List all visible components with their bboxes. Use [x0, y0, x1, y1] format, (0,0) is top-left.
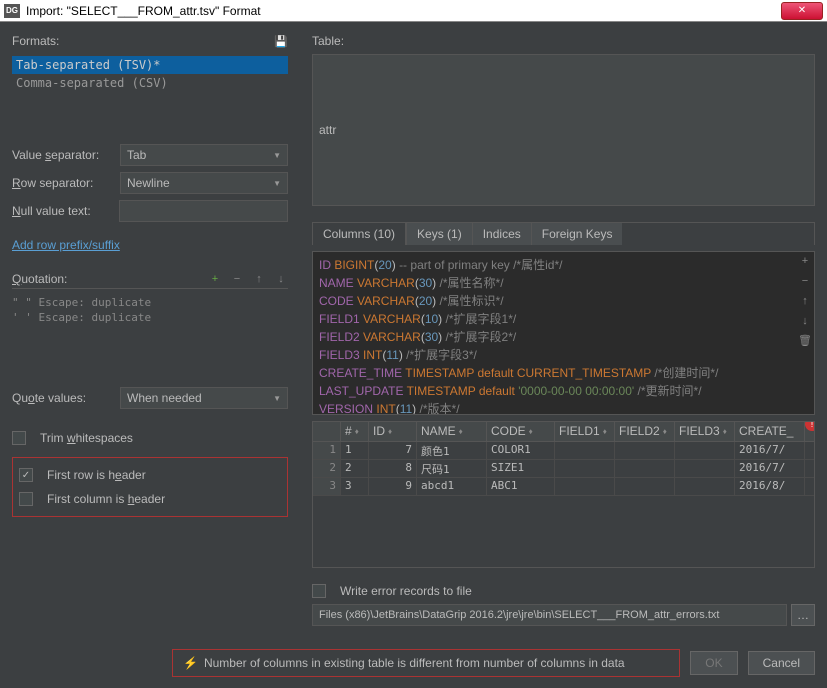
table-row[interactable]: 339abcd1ABC12016/8/ [313, 478, 814, 496]
trim-label: Trim whitespaces [40, 431, 133, 445]
col-create[interactable]: CREATE_ [735, 422, 805, 441]
ddl-delete-icon[interactable]: 🗑 [798, 334, 812, 348]
format-item-tsv[interactable]: Tab-separated (TSV)* [12, 56, 288, 74]
data-grid[interactable]: ! #♦ ID♦ NAME♦ CODE♦ FIELD1♦ FIELD2♦ FIE… [312, 421, 815, 569]
add-icon[interactable]: + [208, 272, 222, 286]
formats-list[interactable]: Tab-separated (TSV)* Comma-separated (CS… [12, 56, 288, 92]
warning-text: Number of columns in existing table is d… [204, 656, 625, 670]
titlebar: DG Import: "SELECT___FROM_attr.tsv" Form… [0, 0, 827, 22]
ddl-add-icon[interactable]: + [798, 254, 812, 268]
ddl-remove-icon[interactable]: − [798, 274, 812, 288]
close-button[interactable]: ✕ [781, 2, 823, 20]
col-field3[interactable]: FIELD3♦ [675, 422, 735, 441]
formats-label: Formats: [12, 34, 59, 48]
col-code[interactable]: CODE♦ [487, 422, 555, 441]
table-row[interactable]: 228尺码1SIZE12016/7/ [313, 460, 814, 478]
value-separator-select[interactable]: Tab [120, 144, 288, 166]
quotation-list[interactable]: " " Escape: duplicate ' ' Escape: duplic… [12, 295, 288, 325]
schema-tabs: Columns (10) Keys (1) Indices Foreign Ke… [312, 222, 815, 245]
quote-values-select[interactable]: When needed [120, 387, 288, 409]
col-field2[interactable]: FIELD2♦ [615, 422, 675, 441]
quote-values-label: Quote values: [12, 391, 112, 405]
first-col-checkbox[interactable] [19, 492, 33, 506]
ddl-down-icon[interactable]: ↓ [798, 314, 812, 328]
col-field1[interactable]: FIELD1♦ [555, 422, 615, 441]
save-icon[interactable]: 💾 [274, 34, 288, 48]
ddl-pane[interactable]: ID BIGINT(20) -- part of primary key /*属… [312, 251, 815, 415]
format-item-csv[interactable]: Comma-separated (CSV) [12, 74, 288, 92]
table-row[interactable]: 117颜色1COLOR12016/7/ [313, 442, 814, 460]
remove-icon[interactable]: − [230, 272, 244, 286]
write-errors-label: Write error records to file [340, 584, 472, 598]
first-row-label: First row is header [47, 468, 146, 482]
row-separator-label: Row separator: [12, 176, 112, 190]
tab-indices[interactable]: Indices [472, 223, 531, 245]
null-value-label: Null value text: [12, 204, 111, 218]
warning-banner: ⚡ Number of columns in existing table is… [172, 649, 680, 677]
browse-button[interactable]: … [791, 604, 815, 626]
first-col-label: First column is header [47, 492, 165, 506]
write-errors-checkbox[interactable] [312, 584, 326, 598]
row-separator-select[interactable]: Newline [120, 172, 288, 194]
down-icon[interactable]: ↓ [274, 272, 288, 286]
cancel-button[interactable]: Cancel [748, 651, 815, 675]
header-options-box: First row is header First column is head… [12, 457, 288, 517]
alert-icon[interactable]: ! [805, 421, 815, 431]
null-value-input[interactable] [119, 200, 288, 222]
warning-icon: ⚡ [183, 656, 198, 670]
value-separator-label: Value separator: [12, 148, 112, 162]
quotation-label: Quotation: [12, 272, 67, 286]
ok-button[interactable]: OK [690, 651, 737, 675]
col-rownum[interactable] [313, 422, 341, 441]
app-icon: DG [4, 4, 20, 18]
grid-header: #♦ ID♦ NAME♦ CODE♦ FIELD1♦ FIELD2♦ FIELD… [313, 422, 814, 442]
quotation-row[interactable]: ' ' Escape: duplicate [12, 310, 288, 325]
table-label: Table: [312, 34, 815, 48]
tab-keys[interactable]: Keys (1) [406, 223, 472, 245]
col-hash[interactable]: #♦ [341, 422, 369, 441]
ddl-up-icon[interactable]: ↑ [798, 294, 812, 308]
up-icon[interactable]: ↑ [252, 272, 266, 286]
trim-checkbox[interactable] [12, 431, 26, 445]
tab-columns[interactable]: Columns (10) [313, 223, 406, 245]
table-name-input[interactable] [312, 54, 815, 206]
error-path-input[interactable] [312, 604, 787, 626]
quotation-row[interactable]: " " Escape: duplicate [12, 295, 288, 310]
tab-foreign-keys[interactable]: Foreign Keys [531, 223, 623, 245]
window-title: Import: "SELECT___FROM_attr.tsv" Format [26, 4, 781, 18]
first-row-checkbox[interactable] [19, 468, 33, 482]
col-id[interactable]: ID♦ [369, 422, 417, 441]
add-prefix-link[interactable]: Add row prefix/suffix [12, 238, 288, 252]
col-name[interactable]: NAME♦ [417, 422, 487, 441]
